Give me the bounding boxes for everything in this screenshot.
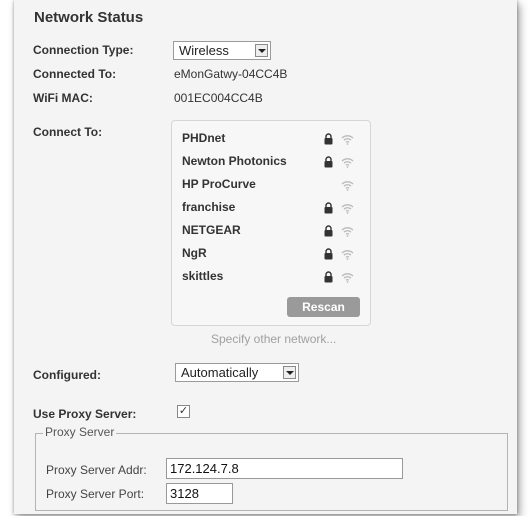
connection-type-select[interactable]: Wireless: [173, 41, 271, 60]
network-name[interactable]: franchise: [182, 200, 235, 218]
wifi-icon: [341, 155, 354, 168]
lock-icon: [324, 201, 333, 214]
checkmark-icon: ✓: [178, 405, 189, 417]
wifi-icon: [341, 247, 354, 260]
network-name[interactable]: skittles: [182, 269, 223, 287]
chevron-down-icon[interactable]: [255, 44, 268, 57]
lock-icon: [324, 247, 333, 260]
use-proxy-label: Use Proxy Server:: [33, 407, 137, 421]
connected-to-label: Connected To:: [33, 67, 117, 81]
wifi-mac-label: WiFi MAC:: [33, 91, 93, 105]
specify-other-network-link[interactable]: Specify other network...: [211, 332, 336, 346]
lock-icon: [324, 155, 333, 168]
connect-to-label: Connect To:: [33, 125, 103, 139]
lock-icon: [324, 224, 333, 237]
rescan-button[interactable]: Rescan: [287, 297, 360, 317]
lock-icon: [324, 132, 333, 145]
wifi-icon: [341, 224, 354, 237]
proxy-addr-label: Proxy Server Addr:: [46, 463, 147, 477]
network-name[interactable]: HP ProCurve: [182, 177, 256, 195]
network-name[interactable]: PHDnet: [182, 131, 225, 149]
use-proxy-checkbox[interactable]: ✓: [177, 405, 190, 418]
wifi-icon: [341, 270, 354, 283]
proxy-server-legend: Proxy Server: [43, 425, 117, 439]
wifi-icon: [341, 132, 354, 145]
proxy-addr-input[interactable]: 172.124.7.8: [166, 458, 403, 479]
page-title: Network Status: [34, 9, 144, 26]
proxy-port-input[interactable]: 3128: [166, 483, 233, 504]
wifi-icon: [341, 178, 354, 191]
connection-type-value: Wireless: [179, 43, 229, 58]
wifi-mac-value: 001EC004CC4B: [174, 91, 263, 105]
network-name[interactable]: NETGEAR: [182, 223, 241, 241]
network-name[interactable]: Newton Photonics: [182, 154, 287, 172]
chevron-down-icon[interactable]: [283, 366, 296, 379]
lock-icon: [324, 270, 333, 283]
configured-select[interactable]: Automatically: [175, 363, 299, 382]
wifi-icon: [341, 201, 354, 214]
connection-type-label: Connection Type:: [33, 43, 134, 57]
connected-to-value: eMonGatwy-04CC4B: [174, 67, 288, 81]
configured-label: Configured:: [33, 368, 101, 382]
network-name[interactable]: NgR: [182, 246, 207, 264]
proxy-port-label: Proxy Server Port:: [46, 487, 145, 501]
configured-value: Automatically: [181, 365, 259, 380]
